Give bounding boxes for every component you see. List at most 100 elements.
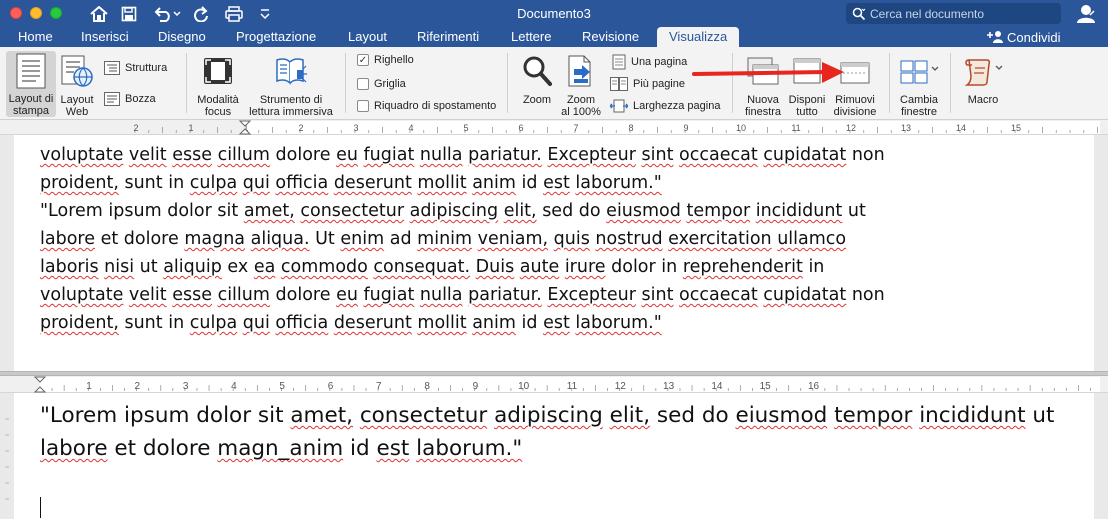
horizontal-ruler-bottom[interactable]: 1 2 3 4 5 6 7 8 9 10 11 12 13 14 15 16	[0, 376, 1108, 393]
draft-icon	[104, 92, 120, 106]
tab-riferimenti[interactable]: Riferimenti	[417, 27, 479, 47]
navigation-pane-label: Riquadro di spostamento	[374, 100, 497, 112]
tab-home[interactable]: Home	[18, 27, 53, 47]
focus-mode-label-2: focus	[204, 106, 232, 118]
ruler-check-icon[interactable]: ✓	[357, 54, 369, 66]
ruler-checkbox[interactable]: ✓ Righello	[357, 54, 414, 66]
navigation-pane-check-box[interactable]	[357, 100, 369, 112]
text-line[interactable]: "Lorem ipsum dolor sit amet, consectetur…	[40, 201, 866, 221]
ribbon-separator	[186, 53, 187, 113]
minimize-window-button[interactable]	[30, 7, 42, 19]
ruler-number: 13	[663, 381, 675, 392]
print-layout-button[interactable]: Layout di stampa	[6, 51, 56, 117]
ruler-number: 14	[711, 381, 723, 392]
home-icon[interactable]	[88, 3, 110, 24]
ruler-number: 3	[353, 123, 358, 133]
grid-checkbox[interactable]: Griglia	[357, 78, 406, 90]
ruler-number: 9	[683, 123, 688, 133]
zoom-100-button[interactable]: Zoom al 100%	[559, 51, 603, 118]
web-layout-icon	[61, 55, 93, 87]
ruler-number: 1	[86, 381, 92, 392]
ruler-number: 11	[567, 381, 578, 392]
navigation-pane-checkbox[interactable]: Riquadro di spostamento	[357, 100, 496, 112]
arrange-all-button[interactable]: Disponi tutto	[786, 51, 828, 118]
ruler-number: 9	[473, 381, 479, 392]
account-icon[interactable]	[1074, 3, 1098, 24]
zoom-label: Zoom	[522, 94, 552, 106]
document-pane-bottom[interactable]: "Lorem ipsum dolor sit amet, consectetur…	[0, 393, 1108, 519]
customize-toolbar-icon[interactable]	[258, 3, 272, 24]
text-line[interactable]: "Lorem ipsum dolor sit amet, consectetur…	[40, 403, 1054, 428]
tab-layout[interactable]: Layout	[348, 27, 387, 47]
immersive-reader-icon	[276, 58, 307, 85]
ruler-number: 11	[791, 123, 800, 133]
magnifier-icon	[523, 56, 552, 86]
switch-windows-button[interactable]: Cambia finestre	[896, 51, 942, 118]
text-line[interactable]: labore et dolore magn_anim id est laboru…	[40, 436, 522, 461]
text-line[interactable]: laboris nisi ut aliquip ex ea commodo co…	[40, 257, 824, 277]
new-window-button[interactable]: Nuova finestra	[740, 51, 786, 118]
share-button[interactable]: Condividi	[986, 27, 1060, 47]
print-icon[interactable]	[223, 3, 245, 24]
document-page-top[interactable]	[14, 135, 1094, 371]
tab-disegno[interactable]: Disegno	[158, 27, 206, 47]
title-bar: Documento3	[0, 0, 1108, 27]
tab-revisione[interactable]: Revisione	[582, 27, 639, 47]
text-line[interactable]: proident, sunt in culpa qui officia dese…	[40, 313, 662, 333]
print-layout-label-1: Layout di	[8, 93, 54, 105]
text-line[interactable]: proident, sunt in culpa qui officia dese…	[40, 173, 662, 193]
remove-split-label-2: divisione	[833, 106, 877, 118]
ribbon-tab-bar: Home Inserisci Disegno Progettazione Lay…	[0, 27, 1108, 47]
text-line[interactable]: voluptate velit esse cillum dolore eu fu…	[40, 145, 885, 165]
one-page-button[interactable]: Una pagina	[612, 54, 687, 70]
zoom-button[interactable]: Zoom	[516, 51, 558, 106]
undo-icon[interactable]	[150, 3, 184, 24]
grid-label: Griglia	[374, 78, 406, 90]
text-line[interactable]: labore et dolore magna aliqua. Ut enim a…	[40, 229, 846, 249]
ruler-number: 7	[573, 123, 578, 133]
grid-check-box[interactable]	[357, 78, 369, 90]
zoom-100-label-1: Zoom	[566, 94, 596, 106]
arrange-all-icon	[793, 58, 821, 84]
macro-button[interactable]: Macro	[960, 51, 1006, 106]
remove-split-label-1: Rimuovi	[835, 94, 875, 106]
document-pane-top[interactable]: voluptate velit esse cillum dolore eu fu…	[0, 135, 1108, 371]
document-search[interactable]	[846, 3, 1061, 24]
immersive-reader-button[interactable]: Strumento di lettura immersiva	[245, 51, 337, 118]
ribbon-separator	[950, 53, 951, 113]
text-line[interactable]: voluptate velit esse cillum dolore eu fu…	[40, 285, 885, 305]
page-width-label: Larghezza pagina	[633, 100, 721, 112]
ruler-number: 2	[135, 381, 141, 392]
ruler-number: 13	[901, 123, 911, 133]
tab-lettere[interactable]: Lettere	[511, 27, 551, 47]
page-width-button[interactable]: Larghezza pagina	[610, 99, 720, 113]
focus-mode-button[interactable]: Modalità focus	[192, 51, 244, 118]
tab-visualizza[interactable]: Visualizza	[657, 27, 740, 47]
save-icon[interactable]	[119, 3, 139, 24]
one-page-label: Una pagina	[631, 56, 688, 68]
web-layout-label-2: Web	[65, 106, 89, 118]
switch-windows-label-1: Cambia	[900, 94, 938, 106]
ribbon-separator	[345, 53, 346, 113]
search-input[interactable]	[870, 6, 1050, 21]
arrange-all-label-2: tutto	[796, 106, 818, 118]
tab-inserisci[interactable]: Inserisci	[81, 27, 129, 47]
ruler-number: 7	[376, 381, 382, 392]
new-window-label-2: finestra	[744, 106, 782, 118]
tab-progettazione[interactable]: Progettazione	[236, 27, 316, 47]
web-layout-button[interactable]: Layout Web	[58, 51, 96, 118]
remove-split-button[interactable]: Rimuovi divisione	[830, 51, 880, 118]
ruler-number: 2	[298, 123, 303, 133]
ruler-number: 2	[133, 123, 138, 133]
outline-button[interactable]: Struttura	[104, 61, 167, 75]
draft-button[interactable]: Bozza	[104, 92, 156, 106]
multiple-pages-button[interactable]: Più pagine	[610, 77, 685, 91]
ruler-number: 15	[760, 381, 772, 392]
redo-icon[interactable]	[191, 3, 211, 24]
draft-label: Bozza	[125, 93, 156, 105]
macro-icon	[964, 59, 1003, 86]
horizontal-ruler-top[interactable]: 2 1 1 2 3 4 5 6 7 8 9 10 11 12 13 14 15	[0, 120, 1108, 135]
close-window-button[interactable]	[10, 7, 22, 19]
ribbon-separator	[732, 53, 733, 113]
zoom-window-button[interactable]	[50, 7, 62, 19]
